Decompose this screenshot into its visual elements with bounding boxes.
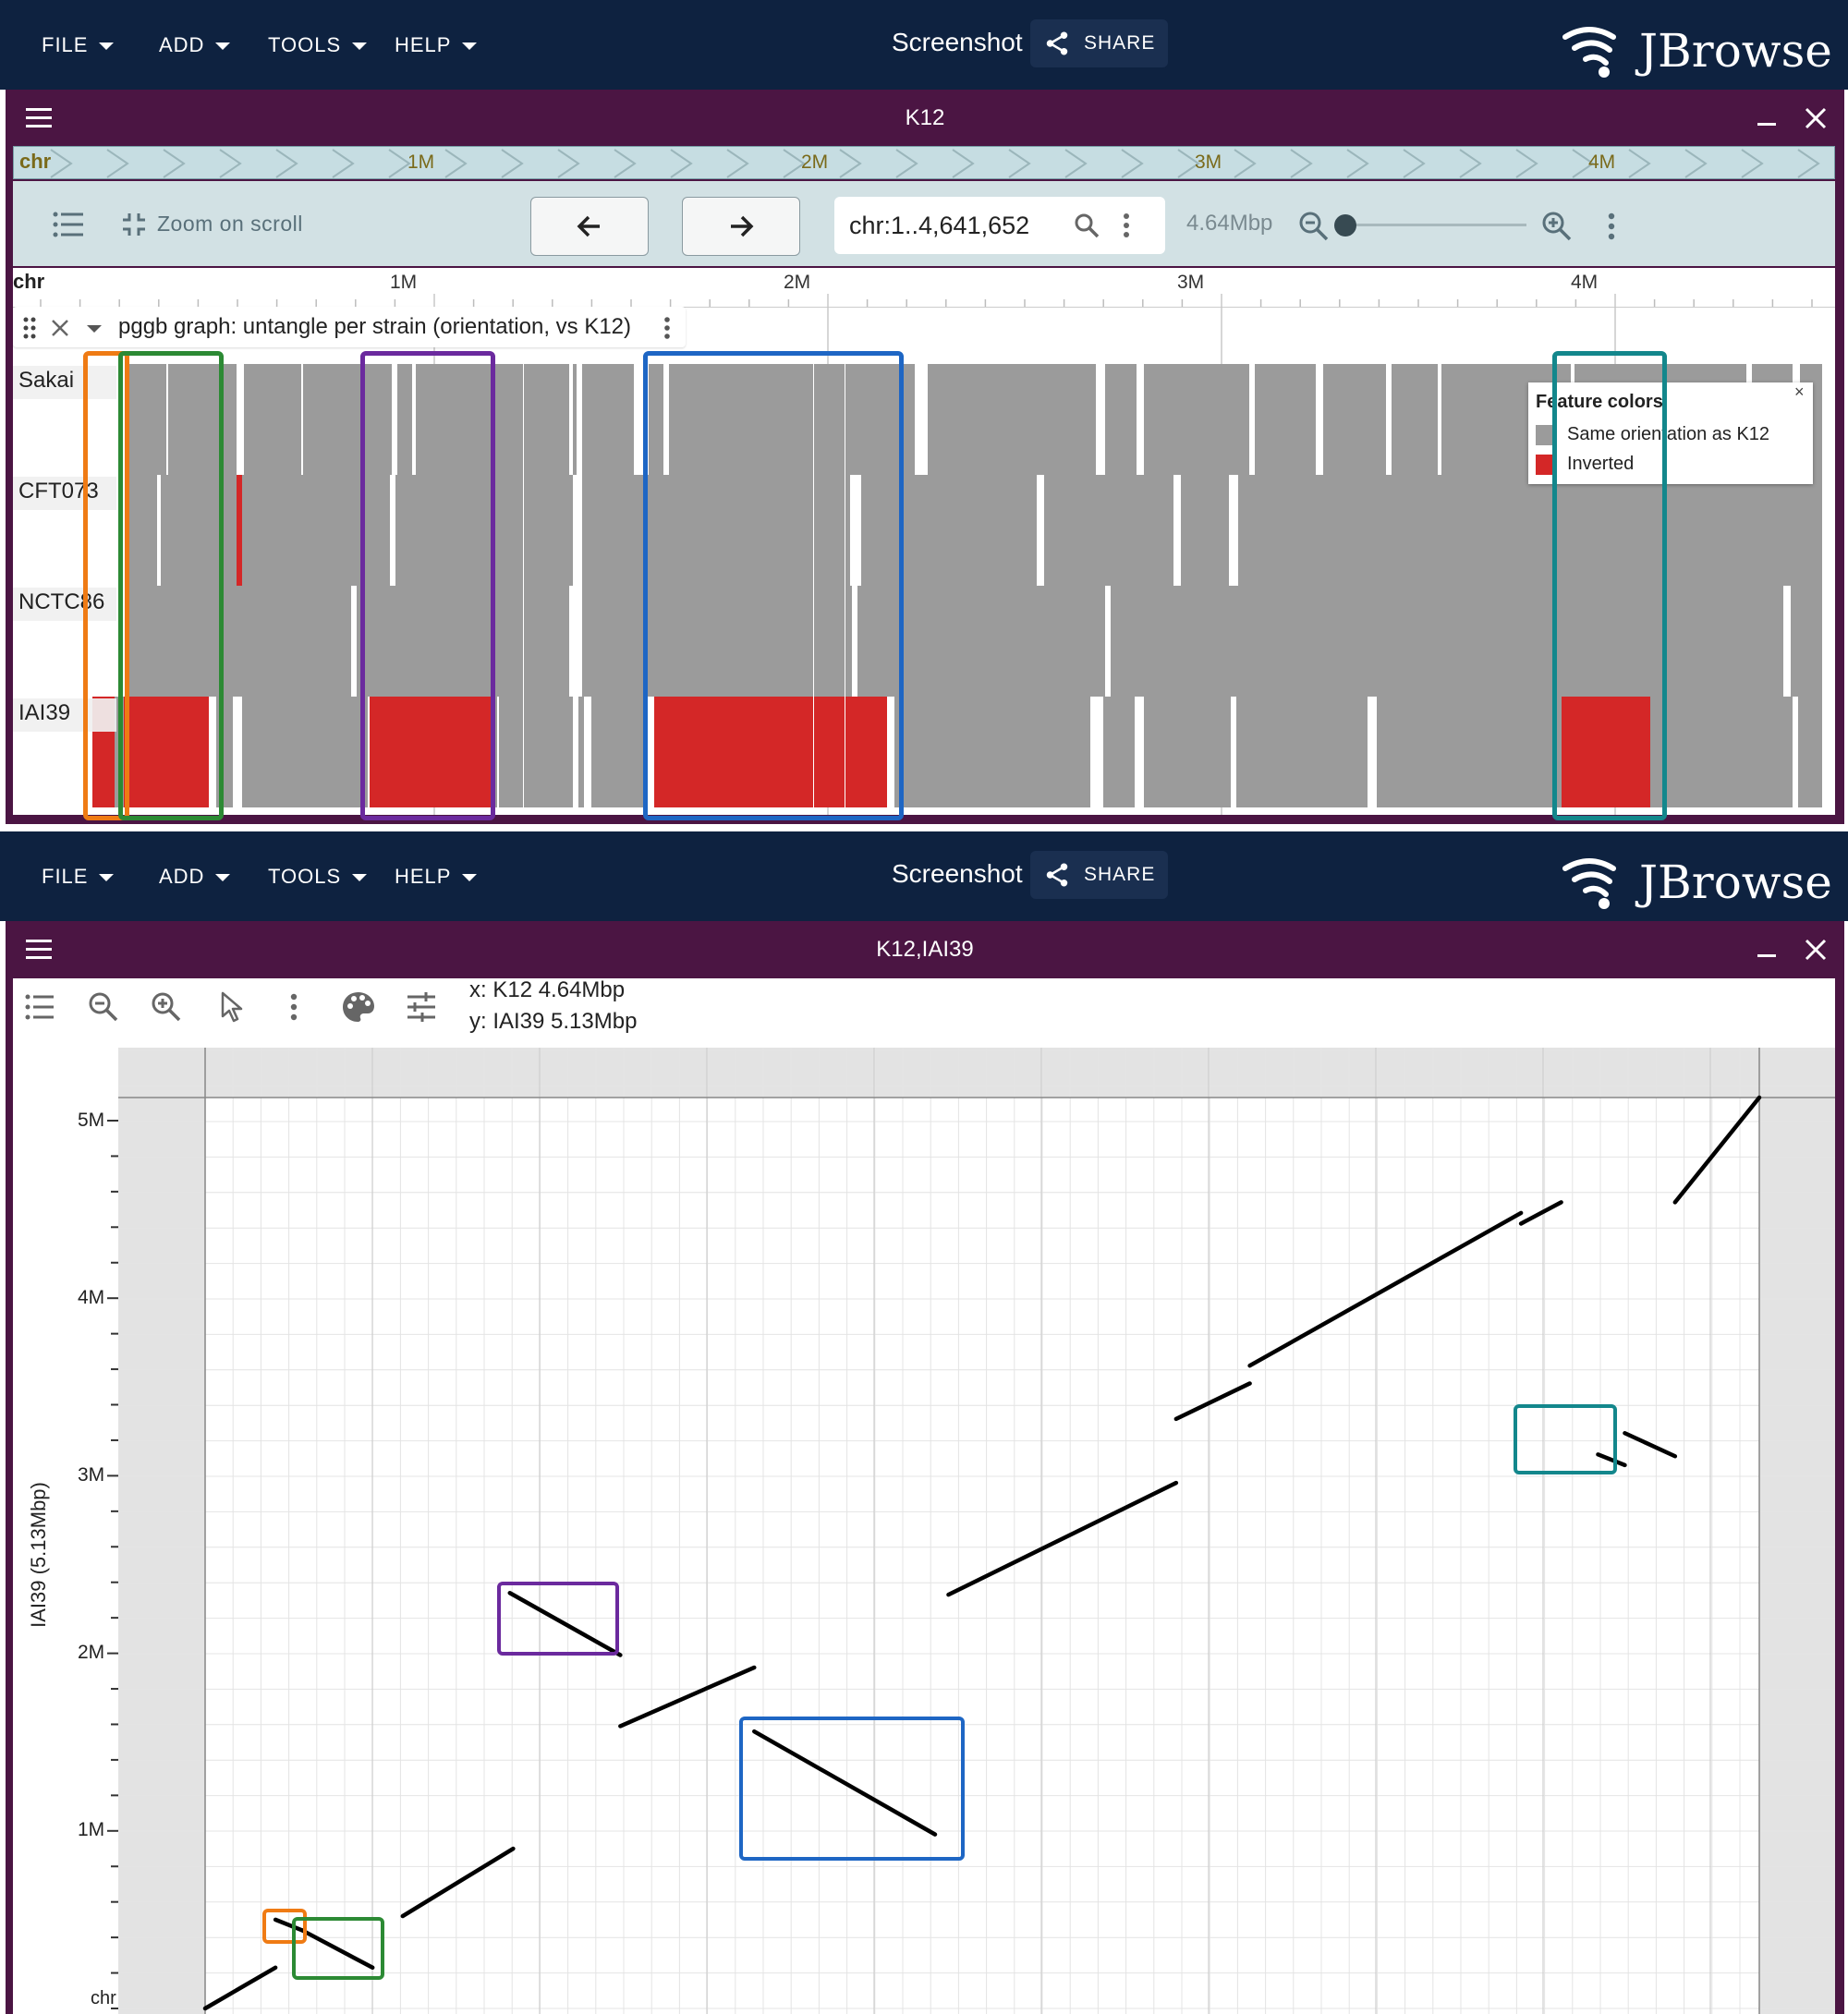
y-axis-label: IAI39 (5.13Mbp): [27, 1482, 50, 1628]
y-tick-3m: 3M: [78, 1464, 105, 1486]
dotplot-highlight-purple: [497, 1582, 619, 1656]
dotplot-highlight-green: [292, 1917, 384, 1980]
y-origin-label: chr: [91, 1988, 116, 2008]
y-tick-4m: 4M: [78, 1287, 105, 1308]
dotplot-highlight-blue: [739, 1717, 965, 1861]
y-tick-2m: 2M: [78, 1642, 105, 1663]
dotplot-highlight-teal: [1514, 1404, 1617, 1474]
y-tick-1m: 1M: [78, 1819, 105, 1840]
y-tick-5m: 5M: [78, 1110, 105, 1131]
dotplot-chart[interactable]: [0, 0, 1848, 2014]
plot-area: [205, 1098, 1759, 2014]
